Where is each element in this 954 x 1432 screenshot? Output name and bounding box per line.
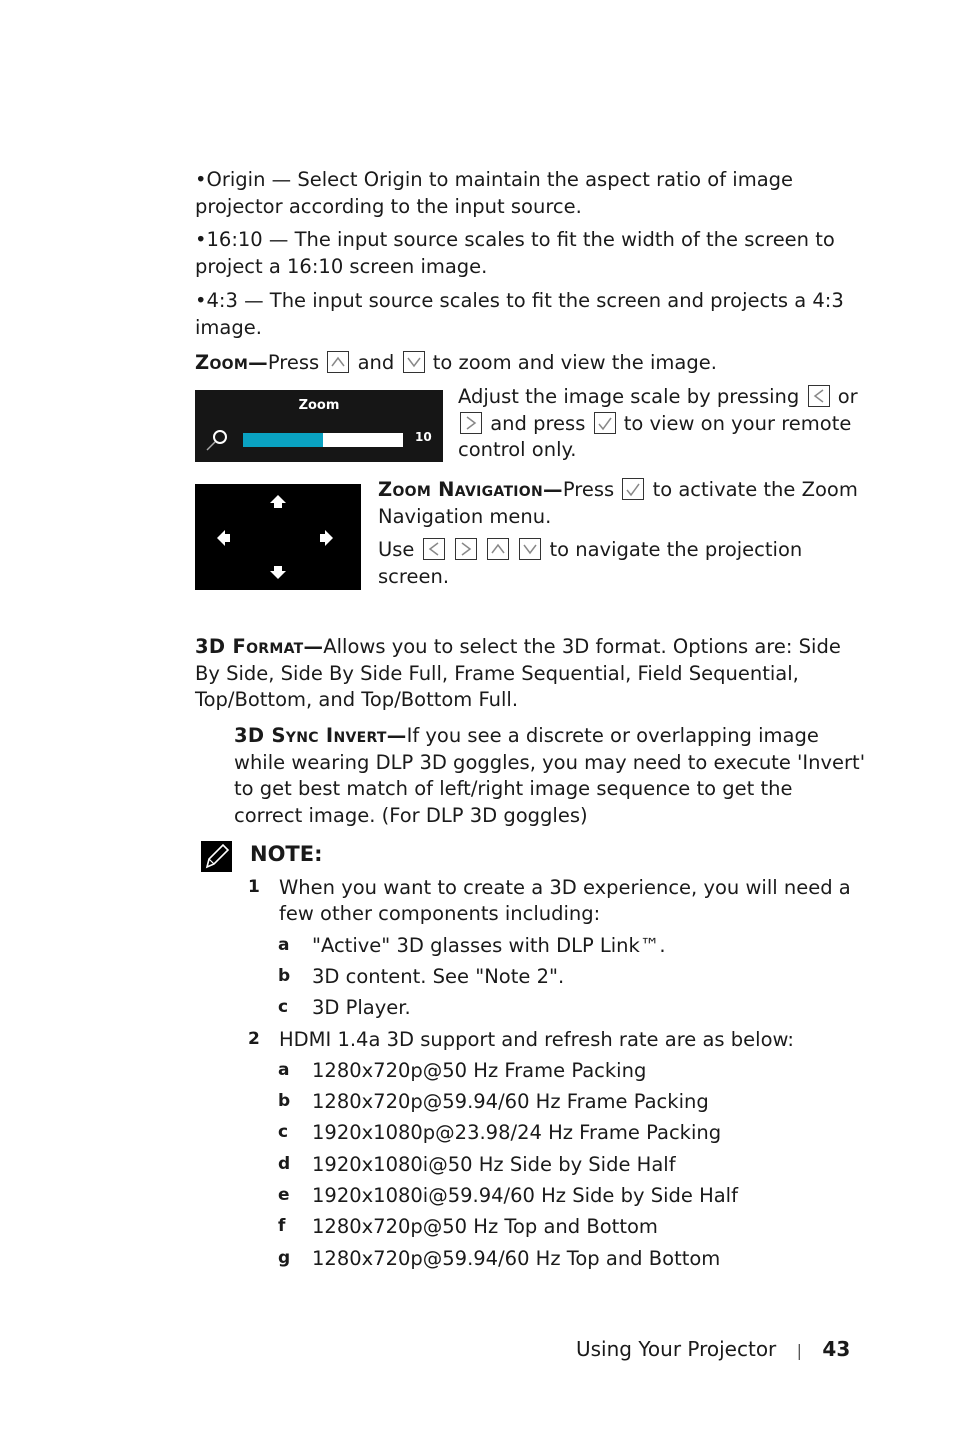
sub-item-letter: e: [278, 1185, 290, 1205]
zoom-adjust-text: Adjust the image scale by pressing or an…: [458, 384, 858, 464]
sub-item-text: 3D Player.: [312, 996, 411, 1019]
format-3d-heading: 3D Format—: [195, 635, 324, 658]
text: or: [837, 385, 858, 408]
zoom-level-bar: [243, 433, 403, 447]
text: Press: [562, 478, 615, 501]
note-item-text: When you want to create a 3D experience,…: [279, 876, 851, 925]
note-label: NOTE:: [250, 842, 323, 866]
bullet-4-3: •4:3 — The input source scales to fit th…: [195, 289, 844, 339]
osd-title: Zoom: [298, 398, 340, 413]
down-key-icon: [519, 538, 542, 560]
sub-item-text: 3D content. See "Note 2".: [312, 965, 565, 988]
zoom-osd-image: Zoom 10: [195, 390, 443, 462]
up-key-icon: [487, 538, 510, 560]
right-key-icon: [454, 538, 477, 560]
zoom-nav-paragraph: Zoom Navigation—Press to activate the Zo…: [378, 477, 858, 530]
note-item-text: HDMI 1.4a 3D support and refresh rate ar…: [279, 1028, 794, 1051]
sub-item-letter: c: [278, 1122, 289, 1142]
sub-item-text: 1920x1080p@23.98/24 Hz Frame Packing: [312, 1121, 722, 1144]
sub-item-letter: a: [278, 1060, 290, 1080]
sub-item-text: 1280x720p@59.94/60 Hz Top and Bottom: [312, 1247, 721, 1270]
zoom-text: to zoom and view the image.: [432, 351, 717, 374]
text: and press: [490, 411, 586, 435]
sub-item-letter: b: [278, 1091, 291, 1111]
sub-item-letter: a: [278, 935, 290, 955]
enter-key-icon: [593, 411, 616, 434]
bullet-origin: •Origin — Select Origin to maintain the …: [195, 168, 794, 218]
right-key-icon: [460, 411, 482, 434]
zoom-level-fill: [243, 433, 323, 447]
bullet-16-10: •16:10 — The input source scales to fit …: [195, 228, 835, 278]
sub-item-letter: d: [278, 1154, 291, 1174]
osd-value: 10: [415, 430, 432, 444]
format-3d-paragraph: 3D Format—Allows you to select the 3D fo…: [195, 634, 865, 714]
sub-item-text: 1280x720p@50 Hz Frame Packing: [312, 1059, 647, 1082]
left-key-icon: [807, 385, 830, 407]
zoom-nav-heading: Zoom Navigation—: [378, 478, 563, 501]
navigation-arrows-icon: [217, 495, 333, 579]
sub-item-letter: c: [278, 997, 289, 1017]
left-key-icon: [422, 538, 445, 560]
sub-item-text: 1920x1080i@59.94/60 Hz Side by Side Half: [312, 1184, 738, 1207]
down-key-icon: [402, 351, 425, 373]
sub-item-letter: b: [278, 966, 291, 986]
zoom-nav-use: Use to navigate the projection screen.: [378, 537, 858, 590]
note-item-number: 2: [248, 1029, 260, 1049]
footer-section: Using Your Projector: [576, 1337, 777, 1361]
sub-item-text: 1280x720p@50 Hz Top and Bottom: [312, 1215, 658, 1238]
page-footer: Using Your Projector | 43: [576, 1337, 850, 1361]
up-key-icon: [327, 351, 350, 373]
zoom-heading: Zoom—: [195, 351, 268, 374]
sub-item-letter: g: [278, 1248, 291, 1268]
sub-item-text: 1920x1080i@50 Hz Side by Side Half: [312, 1153, 676, 1176]
enter-key-icon: [622, 478, 645, 500]
page-number: 43: [822, 1337, 851, 1361]
zoom-paragraph: Zoom—Press and to zoom and view the imag…: [195, 350, 865, 377]
footer-separator: |: [796, 1341, 803, 1360]
sub-item-letter: f: [278, 1216, 286, 1236]
text: Use: [378, 538, 415, 561]
sub-item-text: 1280x720p@59.94/60 Hz Frame Packing: [312, 1090, 709, 1113]
sync-invert-heading: 3D Sync Invert—: [234, 724, 407, 747]
zoom-text: Press: [267, 351, 320, 374]
sync-invert-paragraph: 3D Sync Invert—If you see a discrete or …: [234, 723, 866, 829]
sub-item-text: "Active" 3D glasses with DLP Link™.: [312, 934, 666, 957]
note-item-number: 1: [248, 877, 260, 897]
magnifier-icon: [206, 430, 227, 451]
zoom-navigation-image: [195, 484, 361, 590]
note-pencil-icon: [201, 841, 232, 872]
zoom-text: and: [357, 351, 395, 374]
text: Adjust the image scale by pressing: [458, 385, 800, 408]
